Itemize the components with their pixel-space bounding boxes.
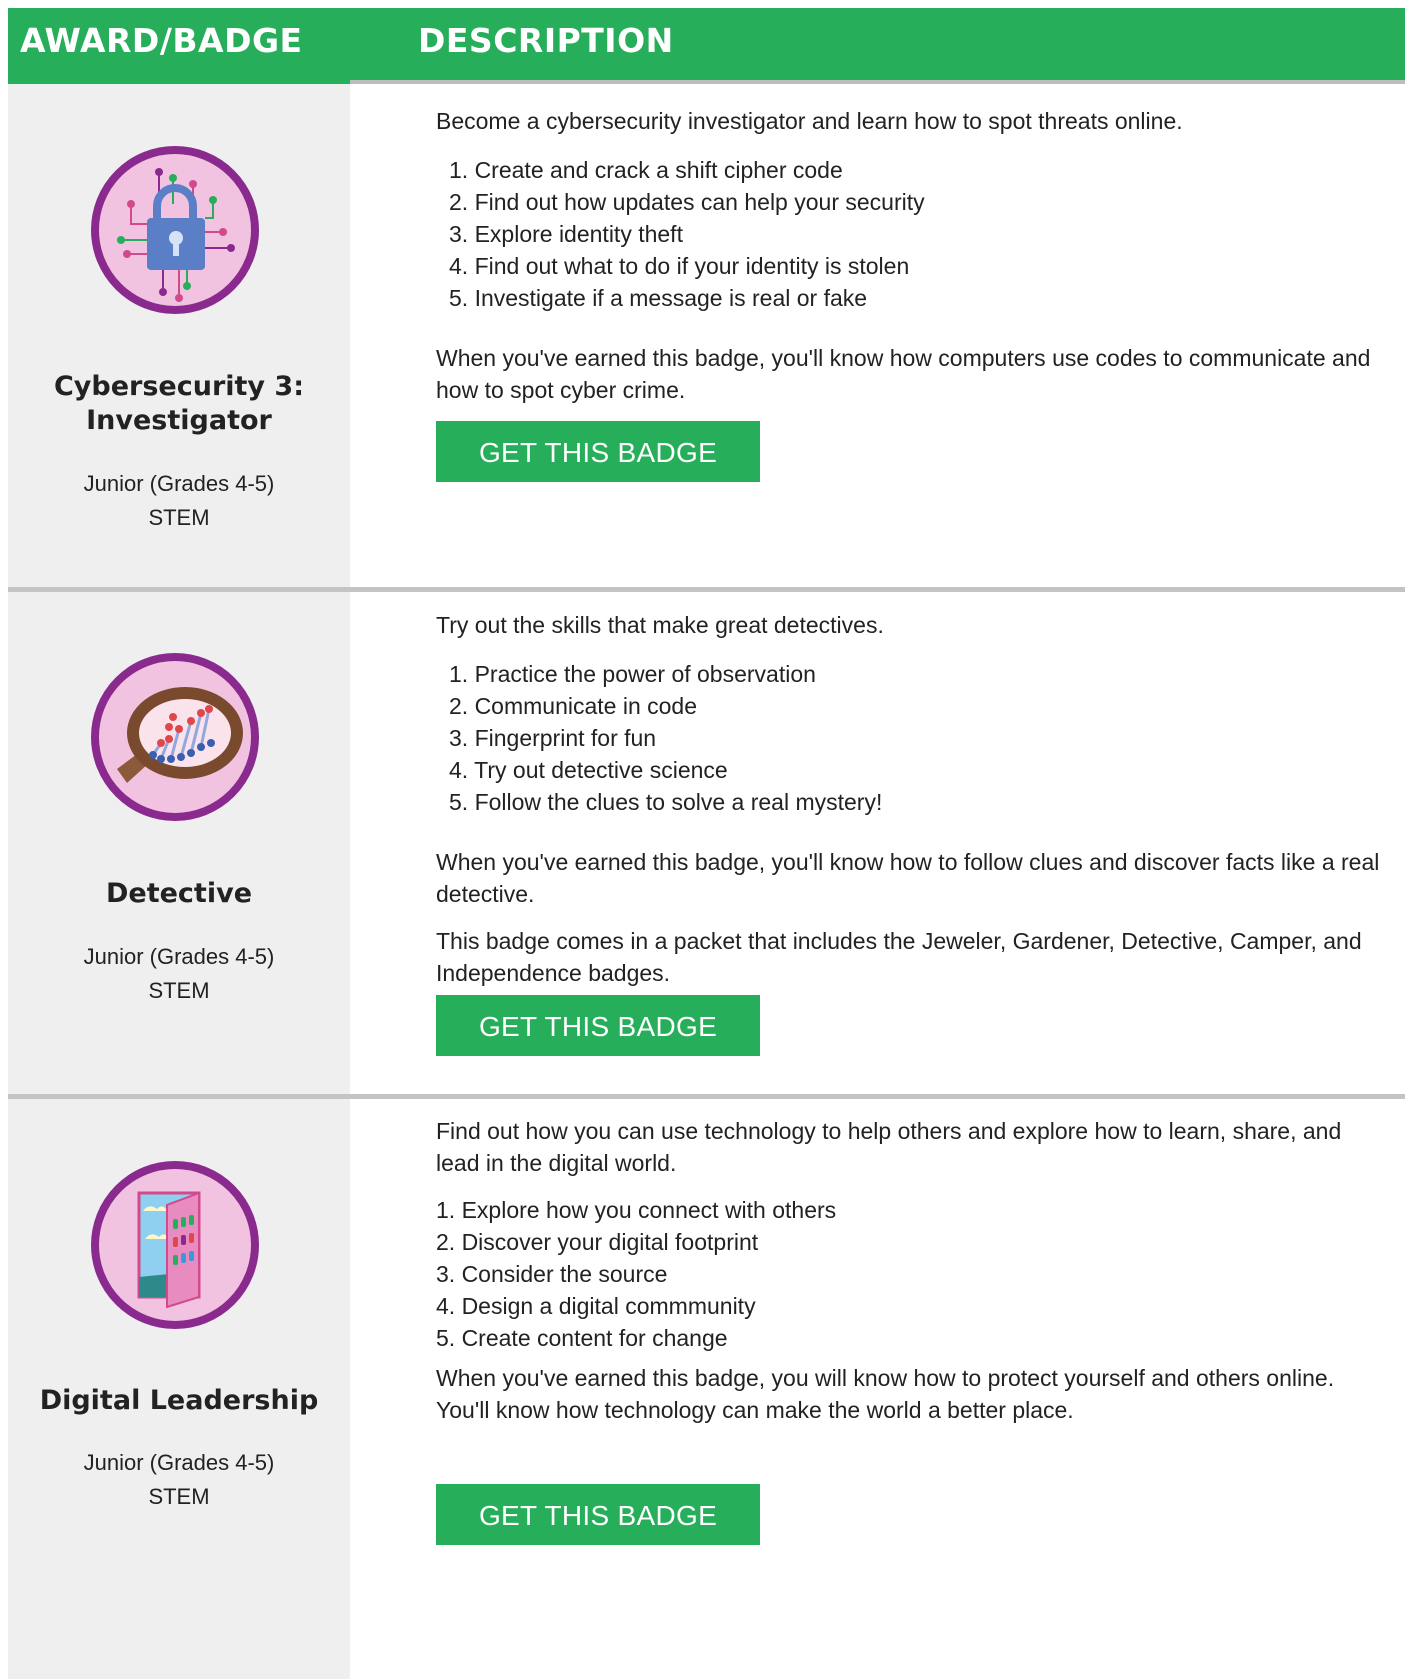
list-item: 1. Create and crack a shift cipher code xyxy=(449,157,843,183)
badge-outro: When you've earned this badge, you will … xyxy=(436,1365,1335,1423)
badge-outro: When you've earned this badge, you'll kn… xyxy=(436,849,1380,907)
list-item: 2. Find out how updates can help your se… xyxy=(449,189,925,215)
badge-name-line1: Detective xyxy=(105,878,253,909)
list-item: 1. Explore how you connect with others xyxy=(436,1197,837,1223)
steps-list: 1. Explore how you connect with others 2… xyxy=(436,1194,836,1354)
badge-cell: Detective Junior (Grades 4-5) STEM xyxy=(8,592,350,1094)
badge-category: STEM xyxy=(148,978,210,1003)
badge-intro: Find out how you can use technology to h… xyxy=(436,1118,1342,1176)
badge-row-digital-leadership: Digital Leadership Junior (Grades 4-5) S… xyxy=(8,1099,1405,1679)
badge-row-detective: Detective Junior (Grades 4-5) STEM Try o… xyxy=(8,592,1405,1099)
list-item: 3. Explore identity theft xyxy=(449,221,683,247)
get-badge-button[interactable]: GET THIS BADGE xyxy=(436,995,760,1056)
badge-intro: Become a cybersecurity investigator and … xyxy=(436,108,1183,134)
table-header: AWARD/BADGE DESCRIPTION xyxy=(8,8,1405,84)
padlock-circuit-icon xyxy=(91,146,259,314)
list-item: 3. Consider the source xyxy=(436,1261,668,1287)
badge-category: STEM xyxy=(148,1484,210,1509)
list-item: 3. Fingerprint for fun xyxy=(449,725,657,751)
badge-table: AWARD/BADGE DESCRIPTION Cybersecurity 3:… xyxy=(8,8,1405,1679)
list-item: 5. Create content for change xyxy=(436,1325,728,1351)
list-item: 4. Find out what to do if your identity … xyxy=(449,253,910,279)
list-item: 2. Discover your digital footprint xyxy=(436,1229,759,1255)
badge-intro: Try out the skills that make great detec… xyxy=(436,612,884,638)
steps-list: 1. Create and crack a shift cipher code … xyxy=(449,154,925,314)
badge-name-line2: Investigator xyxy=(86,405,272,436)
header-award-badge: AWARD/BADGE xyxy=(20,21,303,60)
list-item: 1. Practice the power of observation xyxy=(449,661,816,687)
list-item: 4. Design a digital commmunity xyxy=(436,1293,756,1319)
list-item: 4. Try out detective science xyxy=(449,757,728,783)
list-item: 5. Follow the clues to solve a real myst… xyxy=(449,789,883,815)
badge-name-line1: Digital Leadership xyxy=(39,1385,319,1416)
badge-cell: Digital Leadership Junior (Grades 4-5) S… xyxy=(8,1099,350,1679)
badge-category: STEM xyxy=(148,505,210,530)
badge-level: Junior (Grades 4-5) xyxy=(83,471,275,496)
list-item: 2. Communicate in code xyxy=(449,693,698,719)
badge-cell: Cybersecurity 3: Investigator Junior (Gr… xyxy=(8,84,350,587)
badge-name-line1: Cybersecurity 3: xyxy=(53,371,305,402)
get-badge-button[interactable]: GET THIS BADGE xyxy=(436,421,760,482)
digital-door-icon xyxy=(91,1161,259,1329)
badge-packet-note: This badge comes in a packet that includ… xyxy=(436,928,1362,986)
list-item: 5. Investigate if a message is real or f… xyxy=(449,285,868,311)
badge-level: Junior (Grades 4-5) xyxy=(83,1450,275,1475)
magnifying-glass-dna-icon xyxy=(91,653,259,821)
get-badge-button[interactable]: GET THIS BADGE xyxy=(436,1484,760,1545)
header-description: DESCRIPTION xyxy=(418,21,674,60)
badge-level: Junior (Grades 4-5) xyxy=(83,944,275,969)
badge-outro: When you've earned this badge, you'll kn… xyxy=(436,345,1371,403)
steps-list: 1. Practice the power of observation 2. … xyxy=(449,658,882,818)
badge-row-cybersecurity: Cybersecurity 3: Investigator Junior (Gr… xyxy=(8,84,1405,592)
